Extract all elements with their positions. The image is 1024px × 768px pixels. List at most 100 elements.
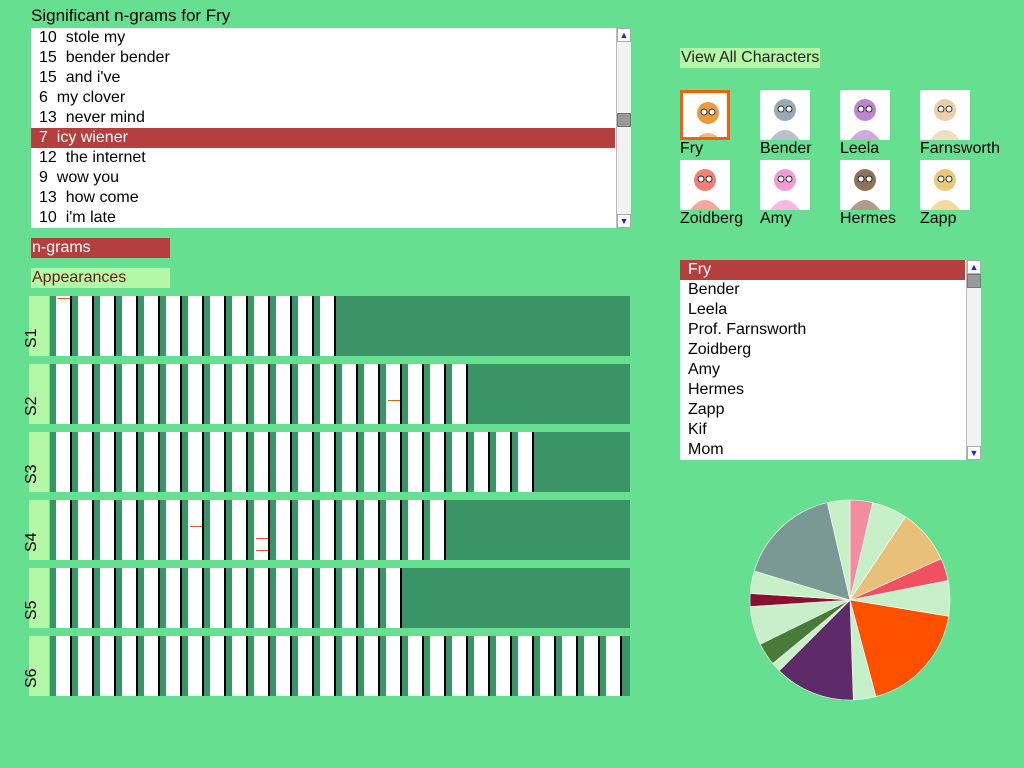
character-list-item[interactable]: Leela xyxy=(680,300,965,320)
episode-block[interactable] xyxy=(254,296,270,356)
ngram-scrollbar[interactable]: ▲ ▼ xyxy=(616,28,631,228)
scroll-up-icon[interactable]: ▲ xyxy=(617,28,631,42)
episode-block[interactable] xyxy=(452,364,468,424)
character-portrait-icon[interactable] xyxy=(680,90,730,140)
character-portrait-icon[interactable] xyxy=(920,160,970,210)
character-card[interactable]: Leela xyxy=(840,90,920,160)
episode-block[interactable] xyxy=(518,432,534,492)
scroll-up-icon[interactable]: ▲ xyxy=(967,260,981,274)
episode-block[interactable] xyxy=(386,636,402,696)
ngram-list-item[interactable]: 9 wow you xyxy=(31,168,615,188)
episode-block[interactable] xyxy=(122,500,138,560)
episode-block[interactable] xyxy=(100,500,116,560)
episode-block[interactable] xyxy=(276,364,292,424)
ngram-list-item[interactable]: 13 how come xyxy=(31,188,615,208)
character-card[interactable]: Fry xyxy=(680,90,760,160)
episode-block[interactable] xyxy=(254,568,270,628)
episode-block[interactable] xyxy=(320,432,336,492)
character-portrait-icon[interactable] xyxy=(760,90,810,140)
episode-block[interactable] xyxy=(276,636,292,696)
character-portrait-icon[interactable] xyxy=(920,90,970,140)
episode-block[interactable] xyxy=(342,432,358,492)
episode-block[interactable] xyxy=(342,568,358,628)
episode-block[interactable] xyxy=(144,568,160,628)
episode-block[interactable] xyxy=(408,500,424,560)
ngram-list-item[interactable]: 12 the internet xyxy=(31,148,615,168)
episode-block[interactable] xyxy=(276,296,292,356)
episode-block[interactable] xyxy=(78,432,94,492)
episode-block[interactable] xyxy=(188,500,204,560)
character-card[interactable]: Zoidberg xyxy=(680,160,760,230)
episode-block[interactable] xyxy=(386,500,402,560)
character-list-item[interactable]: Amy xyxy=(680,360,965,380)
episode-block[interactable] xyxy=(210,500,226,560)
episode-block[interactable] xyxy=(474,636,490,696)
episode-block[interactable] xyxy=(496,432,512,492)
episode-block[interactable] xyxy=(166,568,182,628)
episode-block[interactable] xyxy=(78,364,94,424)
episode-block[interactable] xyxy=(232,568,248,628)
episode-block[interactable] xyxy=(232,364,248,424)
episode-block[interactable] xyxy=(606,636,622,696)
episode-block[interactable] xyxy=(56,500,72,560)
episode-block[interactable] xyxy=(144,500,160,560)
character-list-item[interactable]: Zapp xyxy=(680,400,965,420)
episode-block[interactable] xyxy=(562,636,578,696)
episode-block[interactable] xyxy=(166,636,182,696)
character-card[interactable]: Bender xyxy=(760,90,840,160)
episode-block[interactable] xyxy=(232,296,248,356)
episode-block[interactable] xyxy=(100,568,116,628)
episode-block[interactable] xyxy=(430,432,446,492)
episode-block[interactable] xyxy=(210,636,226,696)
episode-block[interactable] xyxy=(320,568,336,628)
view-all-characters-button[interactable]: View All Characters xyxy=(680,48,821,68)
episode-block[interactable] xyxy=(232,636,248,696)
scroll-thumb[interactable] xyxy=(617,113,631,128)
episode-block[interactable] xyxy=(254,432,270,492)
episode-block[interactable] xyxy=(166,432,182,492)
character-list-item[interactable]: Prof. Farnsworth xyxy=(680,320,965,340)
episode-block[interactable] xyxy=(188,568,204,628)
episode-block[interactable] xyxy=(210,568,226,628)
episode-block[interactable] xyxy=(122,636,138,696)
episode-block[interactable] xyxy=(144,296,160,356)
character-card[interactable]: Hermes xyxy=(840,160,920,230)
episode-block[interactable] xyxy=(56,636,72,696)
episode-block[interactable] xyxy=(540,636,556,696)
episode-block[interactable] xyxy=(408,364,424,424)
character-scrollbar[interactable]: ▲ ▼ xyxy=(966,260,981,460)
episode-block[interactable] xyxy=(276,500,292,560)
character-card[interactable]: Zapp xyxy=(920,160,1000,230)
episode-block[interactable] xyxy=(408,432,424,492)
episode-block[interactable] xyxy=(320,500,336,560)
episode-block[interactable] xyxy=(78,568,94,628)
episode-block[interactable] xyxy=(122,364,138,424)
episode-block[interactable] xyxy=(78,296,94,356)
scroll-down-icon[interactable]: ▼ xyxy=(617,214,631,228)
character-card[interactable]: Amy xyxy=(760,160,840,230)
episode-block[interactable] xyxy=(56,568,72,628)
episode-block[interactable] xyxy=(254,636,270,696)
character-list-item[interactable]: Hermes xyxy=(680,380,965,400)
episode-block[interactable] xyxy=(342,500,358,560)
episode-block[interactable] xyxy=(144,636,160,696)
episode-block[interactable] xyxy=(210,432,226,492)
ngram-list-item[interactable]: 15 and i've xyxy=(31,68,615,88)
episode-block[interactable] xyxy=(188,636,204,696)
episode-block[interactable] xyxy=(364,432,380,492)
character-portrait-icon[interactable] xyxy=(840,90,890,140)
episode-block[interactable] xyxy=(210,296,226,356)
episode-block[interactable] xyxy=(100,432,116,492)
episode-block[interactable] xyxy=(364,500,380,560)
episode-block[interactable] xyxy=(298,432,314,492)
episode-block[interactable] xyxy=(452,432,468,492)
episode-block[interactable] xyxy=(320,364,336,424)
ngram-list-item[interactable]: 10 i'm late xyxy=(31,208,615,228)
episode-block[interactable] xyxy=(122,296,138,356)
appearances-view-button[interactable]: Appearances xyxy=(31,268,170,288)
episode-block[interactable] xyxy=(430,500,446,560)
episode-block[interactable] xyxy=(254,364,270,424)
episode-block[interactable] xyxy=(298,500,314,560)
episode-block[interactable] xyxy=(166,296,182,356)
episode-block[interactable] xyxy=(56,296,72,356)
